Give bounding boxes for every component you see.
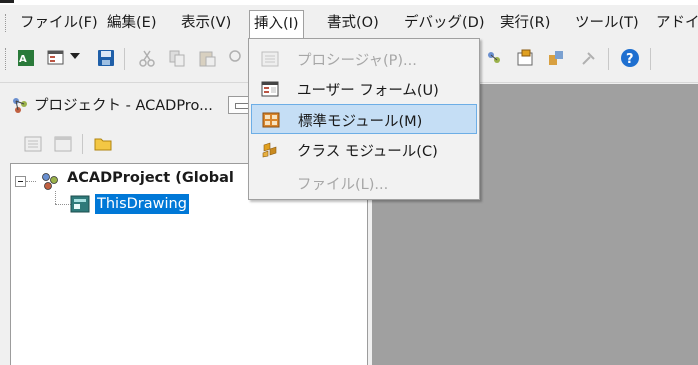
save-icon[interactable] xyxy=(97,49,115,67)
svg-text:A: A xyxy=(19,54,27,65)
menu-debug[interactable]: デバッグ(D) xyxy=(400,10,488,36)
view-object-icon[interactable] xyxy=(54,136,72,152)
menu-item-userform[interactable]: ユーザー フォーム(U) xyxy=(251,74,477,104)
toolbar-separator xyxy=(82,134,83,154)
document-object-icon xyxy=(70,195,90,213)
project-explorer-icon[interactable] xyxy=(485,49,503,67)
help-icon[interactable]: ? xyxy=(620,48,640,68)
properties-window-icon[interactable] xyxy=(516,49,534,67)
toolbar-grip[interactable] xyxy=(5,48,6,70)
menu-item-class-module[interactable]: クラス モジュール(C) xyxy=(251,135,477,165)
cut-icon[interactable] xyxy=(138,49,156,67)
tree-line xyxy=(26,181,36,182)
toggle-folders-icon[interactable] xyxy=(94,136,112,152)
view-code-icon[interactable] xyxy=(24,136,42,152)
standard-module-icon xyxy=(262,112,280,128)
insert-menu-dropdown: プロシージャ(P)... ユーザー フォーム(U) 標準モジュール(M) クラス… xyxy=(248,38,480,200)
project-explorer-icon xyxy=(13,98,27,113)
object-browser-icon[interactable] xyxy=(547,49,565,67)
dropdown-arrow-icon[interactable] xyxy=(70,53,80,61)
menu-item-procedure[interactable]: プロシージャ(P)... xyxy=(251,44,477,74)
menu-item-label: プロシージャ(P)... xyxy=(297,53,417,69)
menu-tools[interactable]: ツール(T) xyxy=(571,10,643,36)
find-icon[interactable] xyxy=(228,49,246,67)
toolbar-separator xyxy=(608,48,609,70)
menu-item-label: ユーザー フォーム(U) xyxy=(297,83,439,99)
toolbox-icon[interactable] xyxy=(580,49,598,67)
class-module-icon xyxy=(262,142,277,158)
tree-collapse-toggle[interactable] xyxy=(15,176,26,187)
toolbar-separator xyxy=(650,48,651,70)
menu-view[interactable]: 表示(V) xyxy=(177,10,235,36)
menu-addins[interactable]: アドイン xyxy=(652,10,698,36)
menu-item-standard-module[interactable]: 標準モジュール(M) xyxy=(251,104,477,134)
menu-format[interactable]: 書式(O) xyxy=(323,10,383,36)
menu-item-label: ファイル(L)... xyxy=(297,177,389,193)
project-explorer-title: プロジェクト - ACADPro... xyxy=(34,98,213,114)
vba-project-icon xyxy=(42,173,58,190)
copy-icon[interactable] xyxy=(168,49,186,67)
menubar-grip[interactable] xyxy=(5,14,8,32)
tree-item-thisdrawing[interactable]: ThisDrawing xyxy=(95,194,189,214)
menu-item-label: 標準モジュール(M) xyxy=(298,114,423,130)
tree-line xyxy=(55,191,56,204)
menu-insert[interactable]: 挿入(I) xyxy=(249,10,304,39)
insert-userform-icon[interactable] xyxy=(47,49,65,67)
menu-file[interactable]: ファイル(F) xyxy=(16,10,102,36)
menu-item-file[interactable]: ファイル(L)... xyxy=(251,168,477,198)
toolbar-separator xyxy=(124,48,125,70)
view-autocad-icon[interactable]: A xyxy=(17,49,35,67)
tree-item-acadproject[interactable]: ACADProject (Global xyxy=(67,170,234,186)
menu-edit[interactable]: 編集(E) xyxy=(103,10,160,36)
menu-item-label: クラス モジュール(C) xyxy=(297,144,438,160)
userform-icon xyxy=(261,81,279,97)
menu-run[interactable]: 実行(R) xyxy=(496,10,554,36)
svg-text:?: ? xyxy=(626,52,634,67)
menu-bar: ファイル(F) 編集(E) 表示(V) 挿入(I) 書式(O) デバッグ(D) … xyxy=(0,5,698,39)
procedure-icon xyxy=(261,51,279,67)
paste-icon[interactable] xyxy=(198,49,216,67)
